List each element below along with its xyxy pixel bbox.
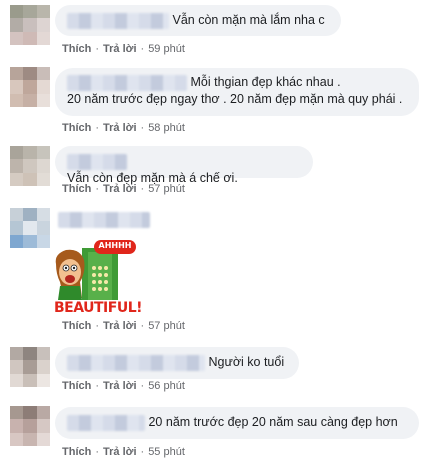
reply-link[interactable]: Trả lời: [103, 320, 137, 332]
comment-text: Vẫn còn mặn mà lắm nha c: [172, 13, 325, 28]
like-link[interactable]: Thích: [62, 43, 91, 55]
comment-actions: Thích · Trả lời · 57 phút: [62, 320, 185, 332]
commenter-name[interactable]: [67, 354, 205, 371]
comment-actions: Thích · Trả lời · 57 phút: [62, 183, 185, 195]
avatar[interactable]: [10, 5, 50, 45]
commenter-name[interactable]: [67, 414, 145, 431]
avatar[interactable]: [10, 67, 50, 107]
comment-text: Người ko tuổi: [208, 355, 285, 370]
comment-bubble: Vẫn còn mặn mà lắm nha c: [55, 5, 341, 36]
commenter-name[interactable]: [67, 74, 187, 91]
sticker-word: BEAUTIFUL!: [54, 300, 143, 316]
reply-link[interactable]: Trả lời: [103, 446, 137, 458]
like-link[interactable]: Thích: [62, 122, 91, 134]
like-link[interactable]: Thích: [62, 320, 91, 332]
avatar[interactable]: [10, 146, 50, 186]
comment-actions: Thích · Trả lời · 56 phút: [62, 380, 185, 392]
like-link[interactable]: Thích: [62, 446, 91, 458]
reply-link[interactable]: Trả lời: [103, 122, 137, 134]
avatar[interactable]: [10, 347, 50, 387]
comment-time[interactable]: 56 phút: [148, 380, 185, 392]
comment-text-line2: 20 năm trước đẹp ngay thơ . 20 năm đẹp m…: [67, 92, 403, 106]
comment-bubble: Mỗi thgian đẹp khác nhau . 20 năm trước …: [55, 68, 419, 116]
commenter-name[interactable]: [67, 12, 169, 29]
comment-time[interactable]: 59 phút: [148, 43, 185, 55]
commenter-name[interactable]: [58, 212, 150, 228]
reply-link[interactable]: Trả lời: [103, 380, 137, 392]
comment-actions: Thích · Trả lời · 58 phút: [62, 122, 185, 134]
comment-actions: Thích · Trả lời · 55 phút: [62, 446, 185, 458]
comment-text: 20 năm trước đẹp 20 năm sau càng đẹp hơn: [148, 415, 398, 430]
avatar[interactable]: [10, 406, 50, 446]
comment-bubble: Người ko tuổi: [55, 347, 299, 379]
comment-actions: Thích · Trả lời · 59 phút: [62, 43, 185, 55]
comment-time[interactable]: 57 phút: [148, 320, 185, 332]
beautiful-sticker[interactable]: AHHHH BEAUTIFUL!: [54, 238, 143, 318]
comment-time[interactable]: 57 phút: [148, 183, 185, 195]
like-link[interactable]: Thích: [62, 380, 91, 392]
reply-link[interactable]: Trả lời: [103, 43, 137, 55]
comment-time[interactable]: 55 phút: [148, 446, 185, 458]
comment-time[interactable]: 58 phút: [148, 122, 185, 134]
comment-text-line1: Mỗi thgian đẹp khác nhau .: [190, 75, 341, 90]
like-link[interactable]: Thích: [62, 183, 91, 195]
comment-bubble: Vẫn còn đẹp mặn mà á chế ơi.: [55, 146, 313, 185]
commenter-name[interactable]: [67, 153, 127, 170]
sticker-shout: AHHHH: [98, 241, 132, 250]
reply-link[interactable]: Trả lời: [103, 183, 137, 195]
avatar[interactable]: [10, 208, 50, 248]
comment-bubble: 20 năm trước đẹp 20 năm sau càng đẹp hơn: [55, 407, 419, 439]
